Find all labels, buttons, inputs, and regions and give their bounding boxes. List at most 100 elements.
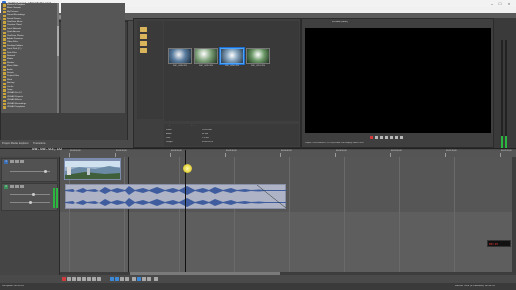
play-button[interactable] bbox=[77, 277, 81, 281]
preview-mode-label[interactable]: Preview (Auto) bbox=[332, 21, 348, 23]
loop-button[interactable] bbox=[67, 277, 71, 281]
folder-icon bbox=[3, 72, 6, 75]
fx-icon[interactable] bbox=[20, 160, 24, 163]
close-icon[interactable]: × bbox=[505, 1, 513, 6]
timecode-display[interactable]: 00:00:03;16 bbox=[32, 148, 62, 153]
folder-icon bbox=[3, 4, 6, 7]
meter-left bbox=[501, 40, 503, 150]
status-right: Record Time (2 channels): 62:44:55 bbox=[455, 285, 495, 287]
auto-ripple-button[interactable] bbox=[142, 277, 146, 281]
info-label: Video: bbox=[166, 129, 172, 131]
normal-edit-tool[interactable] bbox=[110, 277, 114, 281]
fx-icon[interactable] bbox=[20, 185, 24, 188]
folder-icon bbox=[3, 75, 6, 79]
tree-item[interactable]: VEGAS Templates bbox=[7, 106, 25, 109]
folder-icon[interactable] bbox=[140, 48, 147, 53]
maximize-icon[interactable]: □ bbox=[496, 1, 504, 6]
clip-thumbnail[interactable] bbox=[168, 48, 192, 64]
tab-explorer[interactable]: Explorer bbox=[19, 142, 29, 145]
tree-scrollbar[interactable] bbox=[57, 3, 59, 113]
selection-tool[interactable] bbox=[120, 277, 124, 281]
mute-icon[interactable] bbox=[10, 160, 14, 163]
ignore-grouping-button[interactable] bbox=[154, 277, 158, 281]
stop-icon[interactable] bbox=[390, 136, 393, 139]
prev-frame-icon[interactable] bbox=[395, 136, 398, 139]
track-number: 2 bbox=[4, 185, 8, 189]
go-to-start-button[interactable] bbox=[92, 277, 96, 281]
media-folders bbox=[137, 21, 163, 119]
pause-icon[interactable] bbox=[385, 136, 388, 139]
folder-icon bbox=[3, 48, 6, 51]
snapping-button[interactable] bbox=[132, 277, 136, 281]
record-counter-value: 00:15 bbox=[489, 242, 499, 246]
clip-thumbnail[interactable] bbox=[246, 48, 270, 64]
status-bar: Complete: 00:00:01 Record Time (2 channe… bbox=[0, 283, 516, 290]
timeline-vertical-scrollbar[interactable] bbox=[512, 157, 516, 275]
folder-icon bbox=[3, 82, 6, 85]
folder-icon bbox=[3, 28, 6, 31]
clip-label: DSC_0248.JPG bbox=[172, 65, 188, 67]
folder-icon bbox=[3, 55, 6, 58]
tab-project-media[interactable]: Project Media bbox=[2, 142, 18, 145]
envelope-tool[interactable] bbox=[115, 277, 119, 281]
play-icon[interactable] bbox=[380, 136, 383, 139]
volume-knob[interactable] bbox=[32, 193, 35, 196]
folder-icon bbox=[3, 89, 6, 92]
folder-icon bbox=[3, 14, 6, 17]
explorer-tabs: Project Media Explorer Transitions bbox=[0, 140, 128, 146]
file-list[interactable] bbox=[61, 3, 125, 113]
zoom-tool[interactable] bbox=[125, 277, 129, 281]
pause-button[interactable] bbox=[82, 277, 86, 281]
info-label: Length: bbox=[166, 141, 173, 143]
folder-icon[interactable] bbox=[140, 27, 147, 32]
folder-icon bbox=[3, 11, 6, 14]
solo-icon[interactable] bbox=[15, 160, 19, 163]
folder-icon[interactable] bbox=[140, 41, 147, 46]
timeline-ruler[interactable]: 00:00:00;00 00:00:10;00 00:00:20;00 00:0… bbox=[60, 150, 516, 157]
record-button[interactable] bbox=[62, 277, 66, 281]
folder-tree[interactable]: Movies & Dropbox Music Sounds My Pictures S… bbox=[1, 3, 59, 113]
video-event-thumbnail bbox=[65, 161, 120, 179]
tab-transitions[interactable]: Transitions bbox=[33, 142, 46, 145]
auto-crossfade-button[interactable] bbox=[137, 277, 141, 281]
folder-icon bbox=[3, 41, 6, 45]
minimize-icon[interactable]: – bbox=[488, 1, 496, 6]
tree-scroll-thumb[interactable] bbox=[57, 26, 59, 56]
timeline-marker-line bbox=[128, 157, 129, 275]
video-track-header[interactable]: 1 bbox=[1, 158, 58, 182]
folder-icon bbox=[3, 96, 6, 99]
volume-slider[interactable] bbox=[10, 194, 50, 195]
folder-icon bbox=[3, 68, 6, 72]
info-value: 00:00:05;00 bbox=[202, 141, 213, 143]
meter-right bbox=[505, 40, 507, 150]
clip-thumbnail[interactable] bbox=[194, 48, 218, 64]
video-preview-screen bbox=[305, 28, 491, 133]
next-frame-icon[interactable] bbox=[400, 136, 403, 139]
go-to-end-button[interactable] bbox=[97, 277, 101, 281]
solo-icon[interactable] bbox=[15, 185, 19, 188]
info-value: 1920x1080 bbox=[202, 129, 213, 131]
clip-label: DSC_0250.JPG bbox=[224, 65, 240, 67]
folder-icon bbox=[3, 31, 6, 34]
lock-envelopes-button[interactable] bbox=[147, 277, 151, 281]
mute-icon[interactable] bbox=[10, 185, 14, 188]
play-from-start-button[interactable] bbox=[72, 277, 76, 281]
folder-icon bbox=[3, 92, 6, 96]
ruler-label: 00:01:00;00 bbox=[391, 150, 402, 152]
folder-icon[interactable] bbox=[140, 34, 147, 39]
folder-icon bbox=[3, 65, 6, 68]
loop-icon[interactable] bbox=[375, 136, 378, 139]
clip-thumbnail-selected[interactable] bbox=[220, 48, 244, 64]
info-label: Audio: bbox=[166, 133, 172, 135]
audio-track-header[interactable]: 2 bbox=[1, 183, 58, 211]
level-knob[interactable] bbox=[44, 170, 47, 173]
folder-icon bbox=[3, 79, 6, 82]
pan-knob[interactable] bbox=[29, 201, 32, 204]
media-info-pane: Image: 1920x1080x32, 29.970 fps | Audio:… bbox=[164, 124, 299, 146]
clip-label: DSC_0249.JPG bbox=[198, 65, 214, 67]
info-label: Size: bbox=[166, 137, 171, 139]
ruler-label: 00:01:20;00 bbox=[501, 150, 512, 152]
ruler-label: 00:00:50;00 bbox=[336, 150, 347, 152]
stop-button[interactable] bbox=[87, 277, 91, 281]
record-icon[interactable] bbox=[370, 136, 373, 139]
